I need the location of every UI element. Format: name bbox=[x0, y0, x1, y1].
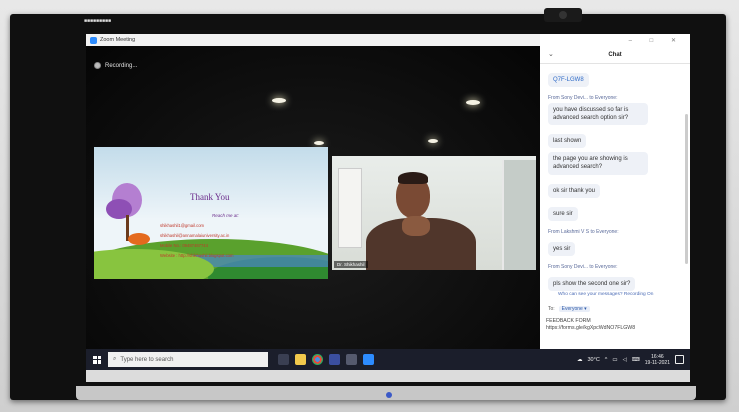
app-icon[interactable] bbox=[346, 354, 357, 365]
windows-taskbar: ⌕ Type here to search ☁ 30°C ^ ▭ ◁ ⌨ 16:… bbox=[86, 349, 690, 370]
zoom-titlebar: Zoom Meeting bbox=[86, 34, 540, 46]
slide-email-1: shikhashil1@gmail.com bbox=[160, 223, 205, 228]
chat-message-text: ok sir thank you bbox=[548, 183, 601, 198]
taskbar-apps bbox=[278, 354, 374, 365]
chat-message-text: yes sir bbox=[548, 241, 576, 256]
ceiling-light bbox=[428, 139, 438, 143]
network-icon[interactable]: ▭ bbox=[612, 357, 617, 363]
shared-slide: Thank You Reach me at: shikhashil1@gmail… bbox=[94, 147, 328, 279]
task-view-icon[interactable] bbox=[278, 354, 289, 365]
chat-message: the page you are showing is advanced sea… bbox=[548, 152, 682, 178]
ceiling-light bbox=[272, 98, 286, 103]
ceiling-light bbox=[466, 100, 480, 105]
chat-title: Chat bbox=[608, 52, 622, 58]
chat-message-sender: From Sony Devi... to Everyone: bbox=[548, 263, 618, 270]
chat-message: From Sony Devi... to Everyone: pls show … bbox=[548, 264, 682, 295]
window-controls[interactable]: – □ ✕ bbox=[629, 37, 684, 44]
volume-icon[interactable]: ◁ bbox=[623, 357, 627, 363]
meeting-area: Recording... Thank You Reach me at: shik… bbox=[86, 46, 540, 349]
notification-icon[interactable] bbox=[675, 355, 684, 364]
tv-label: ■■■■■■■■■ bbox=[84, 18, 112, 24]
chat-message-sender: From Lakshmi V S to Everyone: bbox=[548, 228, 619, 235]
chat-recipient-select[interactable]: Everyone ▾ bbox=[558, 306, 590, 312]
zoom-logo-icon bbox=[90, 36, 97, 44]
chat-message-text: you have discussed so far is advanced se… bbox=[548, 103, 648, 126]
video-door bbox=[502, 160, 536, 270]
webcam bbox=[544, 8, 582, 22]
chat-input[interactable]: FEEDBACK FORM https://forms.gle/kgXpcWdN… bbox=[546, 318, 684, 344]
keyboard-icon[interactable]: ⌨ bbox=[632, 357, 640, 363]
chat-message-text[interactable]: Q7F-LGW8 bbox=[548, 73, 589, 88]
slide-title: Thank You bbox=[190, 192, 230, 202]
person-hair bbox=[398, 172, 428, 184]
tv-screen: Recording... Thank You Reach me at: shik… bbox=[86, 34, 690, 382]
recording-indicator[interactable]: Recording... bbox=[94, 62, 137, 69]
start-button[interactable] bbox=[86, 349, 108, 370]
chat-message: last shown bbox=[548, 129, 682, 152]
power-led-icon bbox=[386, 392, 392, 398]
slide-reach-label: Reach me at: bbox=[212, 213, 239, 218]
screen-bottom-edge bbox=[86, 370, 690, 382]
chevron-up-icon[interactable]: ^ bbox=[605, 357, 608, 363]
chat-message-text: pls show the second one sir? bbox=[548, 276, 636, 291]
slide-website: Website : http://shikhashil.blogspot.com bbox=[160, 253, 234, 258]
clock-date: 19-11-2021 bbox=[644, 359, 670, 366]
zoom-taskbar-icon[interactable] bbox=[363, 354, 374, 365]
chat-message-sender: From Sony Devi... to Everyone: bbox=[548, 95, 618, 102]
chat-message-text: sure sir bbox=[548, 206, 578, 221]
recording-label: Recording... bbox=[105, 62, 138, 69]
participant-name-label: Dr. Shikhashil bbox=[334, 261, 368, 268]
chat-panel: – □ ✕ ⌄ Chat Q7F-LGW8 From Sony Devi... … bbox=[540, 34, 690, 349]
record-icon bbox=[94, 62, 101, 69]
slide-email-2: shikhashil@annamalaiuniversity.ac.in bbox=[160, 233, 230, 238]
video-shelf bbox=[338, 168, 362, 248]
window-title: Zoom Meeting bbox=[100, 37, 136, 43]
weather-icon[interactable]: ☁ bbox=[577, 357, 583, 363]
chat-messages: Q7F-LGW8 From Sony Devi... to Everyone: … bbox=[540, 64, 690, 299]
slide-mobile: Mobile No.: 09487467744 bbox=[160, 243, 208, 248]
chat-to-label: To: bbox=[548, 306, 555, 312]
file-explorer-icon[interactable] bbox=[295, 354, 306, 365]
chat-visibility-info[interactable]: Who can see your messages? Recording On bbox=[558, 292, 653, 297]
ceiling-light bbox=[314, 141, 324, 145]
chat-message-text: the page you are showing is advanced sea… bbox=[548, 152, 648, 175]
windows-logo-icon bbox=[93, 355, 101, 364]
chrome-icon[interactable] bbox=[312, 354, 323, 365]
person-hands bbox=[402, 216, 430, 236]
search-icon: ⌕ bbox=[113, 356, 117, 362]
chat-recipient: To: Everyone ▾ bbox=[548, 306, 590, 312]
chat-header: – □ ✕ ⌄ Chat bbox=[540, 34, 690, 64]
chat-input-text: FEEDBACK FORM https://forms.gle/kgXpcWdN… bbox=[546, 318, 636, 332]
chat-scrollbar[interactable] bbox=[685, 114, 688, 264]
chat-message: From Lakshmi V S to Everyone: yes sir bbox=[548, 229, 682, 260]
search-placeholder: Type here to search bbox=[120, 356, 174, 363]
chat-message: sure sir bbox=[548, 202, 682, 225]
taskbar-search[interactable]: ⌕ Type here to search bbox=[108, 352, 268, 367]
system-tray: ☁ 30°C ^ ▭ ◁ ⌨ 16:46 19-11-2021 bbox=[577, 354, 690, 366]
chat-message: From Sony Devi... to Everyone: you have … bbox=[548, 95, 682, 129]
weather-temp[interactable]: 30°C bbox=[588, 357, 600, 363]
chat-message: ok sir thank you bbox=[548, 179, 682, 202]
chat-message-text: last shown bbox=[548, 134, 587, 149]
app-icon[interactable] bbox=[329, 354, 340, 365]
bush-icon bbox=[128, 233, 150, 245]
taskbar-clock[interactable]: 16:46 19-11-2021 bbox=[645, 354, 670, 366]
speaker-video[interactable]: Dr. Shikhashil bbox=[332, 156, 536, 270]
chat-message: Q7F-LGW8 bbox=[548, 68, 682, 91]
